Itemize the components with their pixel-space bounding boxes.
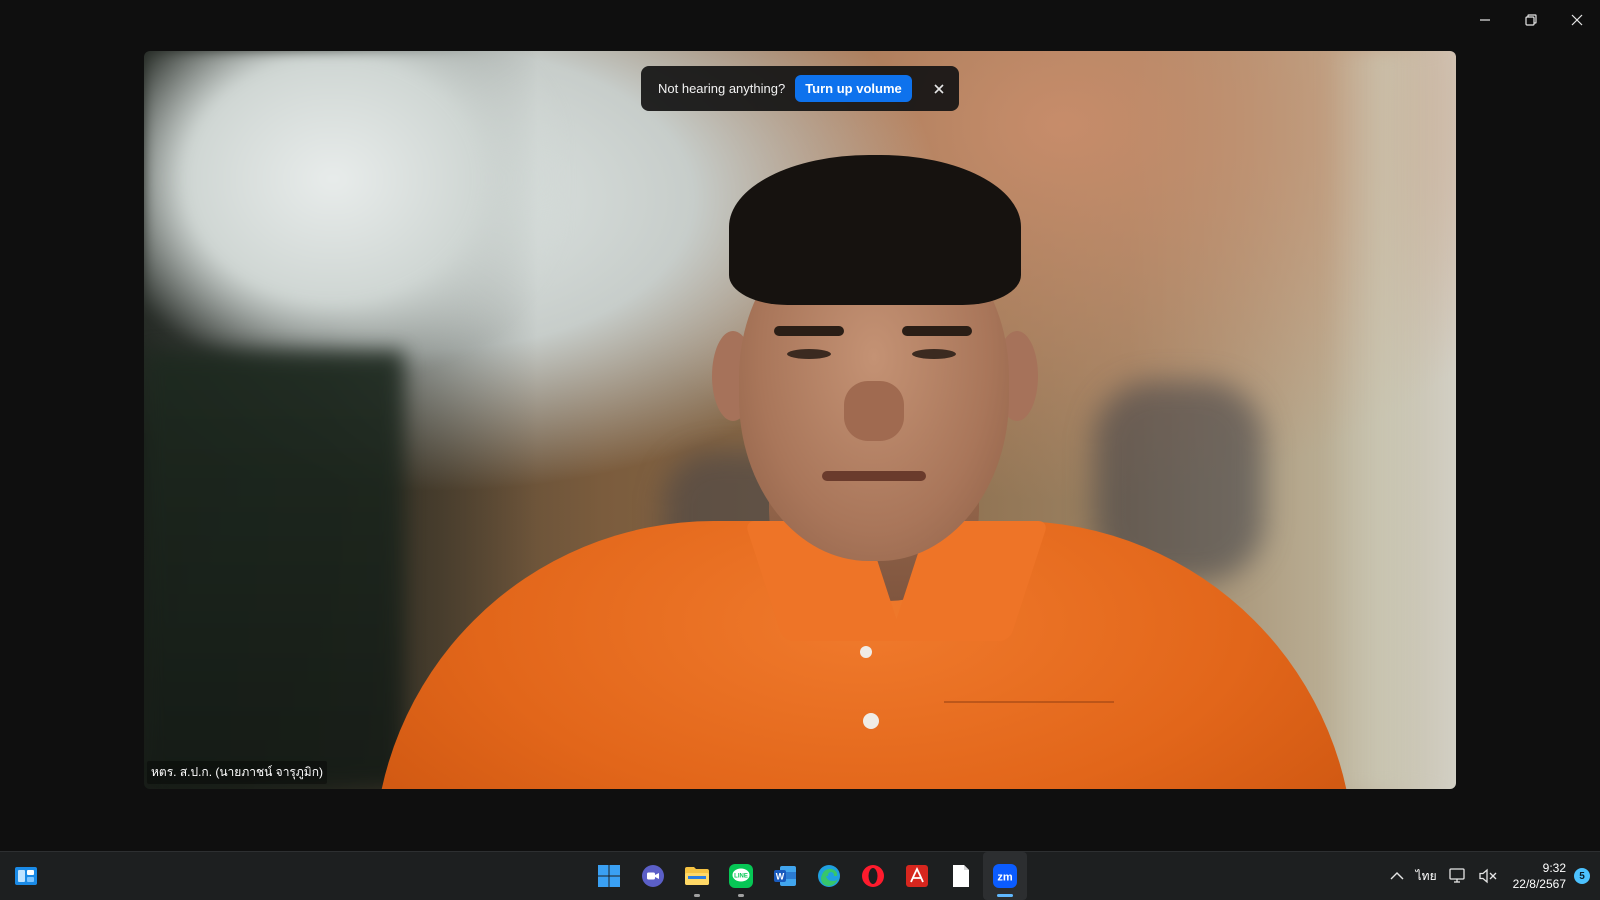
eyebrow-right [902,326,972,336]
system-tray: ไทย 9:32 22/8/2567 5 [1384,852,1600,900]
restore-button[interactable] [1508,0,1554,40]
participant-person [144,51,1456,789]
eyebrow-left [774,326,844,336]
audio-notice: Not hearing anything? Turn up volume [641,66,959,111]
word-icon: W [774,866,796,886]
taskbar-zoom-button[interactable]: zm [983,852,1027,900]
close-icon [934,83,944,94]
taskbar-line-button[interactable]: LINE [719,852,763,900]
network-icon [1448,868,1465,883]
participant-name-label: หตร. ส.ป.ก. (นายภาชน์ จารุภูมิก) [147,761,327,784]
taskbar-apps: LINE W zm [587,852,1027,900]
taskbar-acrobat-button[interactable] [895,852,939,900]
minimize-icon [1480,19,1490,21]
notification-badge[interactable]: 5 [1574,868,1590,884]
shirt-button [860,646,872,658]
running-indicator [738,894,744,897]
input-language-button[interactable]: ไทย [1410,852,1443,900]
video-chat-icon [642,865,664,887]
widgets-button[interactable] [12,862,40,890]
widgets-icon [15,867,37,885]
participant-video[interactable]: หตร. ส.ป.ก. (นายภาชน์ จารุภูมิก) [144,51,1456,789]
running-indicator [997,894,1013,897]
volume-button[interactable] [1473,852,1503,900]
taskbar-meet-button[interactable] [631,852,675,900]
restore-icon [1525,14,1537,26]
eye-right [912,349,956,359]
nose [844,381,904,441]
taskbar-word-button[interactable]: W [763,852,807,900]
taskbar-edge-button[interactable] [807,852,851,900]
show-hidden-icons-button[interactable] [1384,852,1410,900]
mouth [822,471,926,481]
windows-start-icon [598,865,620,887]
svg-text:LINE: LINE [734,874,748,880]
zoom-icon-label: zm [997,872,1013,884]
close-icon [1571,14,1583,26]
zoom-icon: zm [993,864,1017,888]
taskbar: LINE W zm ไทย 9:32 22/8/2567 5 [0,851,1600,900]
edge-browser-icon [818,865,840,887]
close-button[interactable] [1554,0,1600,40]
turn-up-volume-button[interactable]: Turn up volume [795,75,912,102]
eye-left [787,349,831,359]
taskbar-explorer-button[interactable] [675,852,719,900]
volume-muted-icon [1478,868,1497,884]
running-indicator [694,894,700,897]
notice-text: Not hearing anything? [658,81,786,96]
language-label: ไทย [1415,868,1437,883]
hair [729,155,1021,305]
document-icon [953,865,969,887]
clock-date: 22/8/2567 [1512,877,1566,891]
chevron-up-icon [1390,872,1404,880]
taskbar-start-button[interactable] [587,852,631,900]
window-controls [1462,0,1600,40]
taskbar-opera-button[interactable] [851,852,895,900]
taskbar-notepad-button[interactable] [939,852,983,900]
minimize-button[interactable] [1462,0,1508,40]
svg-text:W: W [776,872,785,882]
clock-button[interactable]: 9:32 22/8/2567 [1503,860,1574,892]
shirt-pocket [944,701,1114,789]
shirt-button [863,713,879,729]
opera-browser-icon [862,865,884,887]
notice-close-button[interactable] [929,79,949,99]
clock-time: 9:32 [1542,861,1566,875]
line-chat-icon: LINE [729,864,753,888]
acrobat-icon [906,865,928,887]
folder-icon [685,867,709,885]
network-button[interactable] [1443,852,1473,900]
